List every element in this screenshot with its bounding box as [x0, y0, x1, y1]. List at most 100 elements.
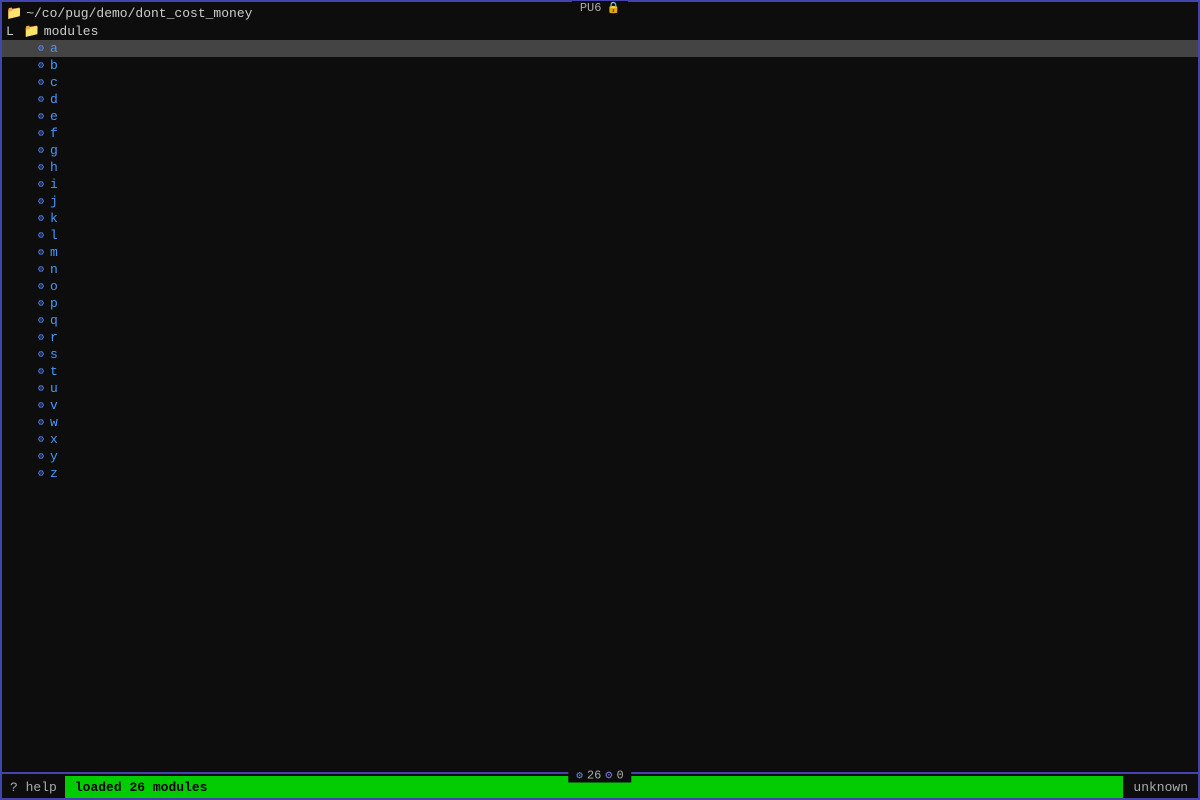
tree-item[interactable]: ⚙g — [2, 142, 1198, 159]
status-left: ? help loaded 26 modules — [2, 776, 215, 798]
tree-item-label: s — [50, 347, 58, 362]
tree-item-label: k — [50, 211, 58, 226]
tree-item-label: i — [50, 177, 58, 192]
module-cluster-icon: ⚙ — [38, 434, 44, 446]
module-cluster-icon: ⚙ — [38, 281, 44, 293]
tree-item-label: v — [50, 398, 58, 413]
tree-item-label: b — [50, 58, 58, 73]
module-cluster-icon: ⚙ — [38, 145, 44, 157]
tree-item[interactable]: ⚙y — [2, 448, 1198, 465]
tree-item-label: l — [50, 228, 58, 243]
tree-item[interactable]: ⚙u — [2, 380, 1198, 397]
title-label: PU6 — [580, 1, 602, 15]
module-cluster-icon: ⚙ — [38, 60, 44, 72]
tree-item[interactable]: ⚙r — [2, 329, 1198, 346]
tree-item[interactable]: ⚙i — [2, 176, 1198, 193]
module-cluster-icon: ⚙ — [38, 179, 44, 191]
tree-item[interactable]: ⚙v — [2, 397, 1198, 414]
module-cluster-icon: ⚙ — [38, 417, 44, 429]
module-cluster-icon: ⚙ — [38, 298, 44, 310]
tree-item[interactable]: ⚙a — [2, 40, 1198, 57]
tree-item-label: f — [50, 126, 58, 141]
tree-item-label: j — [50, 194, 58, 209]
tree-item-label: d — [50, 92, 58, 107]
module-cluster-icon: ⚙ — [38, 196, 44, 208]
modules-folder-icon: 📁 — [24, 24, 40, 39]
tree-item-label: c — [50, 75, 58, 90]
tree-item-label: u — [50, 381, 58, 396]
tree-item-label: m — [50, 245, 58, 260]
zero-label: 0 — [617, 768, 624, 782]
app-window: PU6 🔒 📁 ~/co/pug/demo/dont_cost_money L … — [0, 0, 1200, 800]
help-text: help — [26, 780, 57, 795]
path-text: ~/co/pug/demo/dont_cost_money — [26, 6, 252, 21]
tree-item[interactable]: ⚙m — [2, 244, 1198, 261]
tree-item[interactable]: ⚙h — [2, 159, 1198, 176]
tree-item-label: n — [50, 262, 58, 277]
help-question: ? — [10, 780, 18, 795]
module-cluster-icon: ⚙ — [38, 349, 44, 361]
tree-item[interactable]: ⚙t — [2, 363, 1198, 380]
module-count: 26 — [587, 768, 601, 782]
tree-item-label: r — [50, 330, 58, 345]
tree-item-label: g — [50, 143, 58, 158]
module-cluster-icon: ⚙ — [38, 400, 44, 412]
tree-item[interactable]: ⚙n — [2, 261, 1198, 278]
module-cluster-icon: ⚙ — [38, 128, 44, 140]
tree-item-label: h — [50, 160, 58, 175]
tree-item-label: w — [50, 415, 58, 430]
tree-item[interactable]: ⚙d — [2, 91, 1198, 108]
bottom-border: ⚙ 26 ⚙ 0 — [2, 772, 1198, 776]
help-button[interactable]: ? help — [2, 776, 65, 798]
module-cluster-icon: ⚙ — [38, 213, 44, 225]
gear-icon: ⚙ — [605, 768, 612, 783]
bottom-status-center: ⚙ 26 ⚙ 0 — [568, 768, 631, 783]
tree-item-label: z — [50, 466, 58, 481]
main-content: 📁 ~/co/pug/demo/dont_cost_money L 📁 modu… — [2, 2, 1198, 772]
status-message: loaded 26 modules — [67, 780, 216, 795]
tree-item[interactable]: ⚙f — [2, 125, 1198, 142]
modules-label: modules — [44, 24, 99, 39]
tree-item-label: e — [50, 109, 58, 124]
module-cluster-icon: ⚙ — [38, 247, 44, 259]
module-cluster-icon: ⚙ — [38, 111, 44, 123]
tree-item[interactable]: ⚙q — [2, 312, 1198, 329]
module-cluster-icon: ⚙ — [38, 315, 44, 327]
tree-item[interactable]: ⚙p — [2, 295, 1198, 312]
tree-item[interactable]: ⚙b — [2, 57, 1198, 74]
module-cluster-icon: ⚙ — [38, 332, 44, 344]
tree-list: ⚙a⚙b⚙c⚙d⚙e⚙f⚙g⚙h⚙i⚙j⚙k⚙l⚙m⚙n⚙o⚙p⚙q⚙r⚙s⚙t… — [2, 40, 1198, 772]
tree-item[interactable]: ⚙w — [2, 414, 1198, 431]
module-cluster-icon: ⚙ — [38, 162, 44, 174]
tree-prefix: L — [6, 24, 22, 39]
tree-item[interactable]: ⚙c — [2, 74, 1198, 91]
tree-item[interactable]: ⚙z — [2, 465, 1198, 482]
tree-item-label: t — [50, 364, 58, 379]
tree-item-label: q — [50, 313, 58, 328]
module-cluster-icon: ⚙ — [38, 451, 44, 463]
tree-item[interactable]: ⚙j — [2, 193, 1198, 210]
tree-item[interactable]: ⚙e — [2, 108, 1198, 125]
tree-item-label: o — [50, 279, 58, 294]
modules-row: L 📁 modules — [2, 23, 1198, 40]
tree-item[interactable]: ⚙k — [2, 210, 1198, 227]
cluster-icon: ⚙ — [576, 768, 583, 782]
module-cluster-icon: ⚙ — [38, 230, 44, 242]
tree-item[interactable]: ⚙x — [2, 431, 1198, 448]
shield-icon: 🔒 — [606, 1, 620, 15]
folder-icon: 📁 — [6, 6, 22, 21]
tree-item-label: p — [50, 296, 58, 311]
tree-item[interactable]: ⚙l — [2, 227, 1198, 244]
module-cluster-icon: ⚙ — [38, 264, 44, 276]
tree-item[interactable]: ⚙o — [2, 278, 1198, 295]
tree-item-label: x — [50, 432, 58, 447]
module-cluster-icon: ⚙ — [38, 94, 44, 106]
unknown-label: unknown — [1123, 776, 1198, 798]
tree-item-label: y — [50, 449, 58, 464]
module-cluster-icon: ⚙ — [38, 77, 44, 89]
module-cluster-icon: ⚙ — [38, 468, 44, 480]
tree-item[interactable]: ⚙s — [2, 346, 1198, 363]
tree-item-label: a — [50, 41, 58, 56]
module-cluster-icon: ⚙ — [38, 43, 44, 55]
module-cluster-icon: ⚙ — [38, 383, 44, 395]
